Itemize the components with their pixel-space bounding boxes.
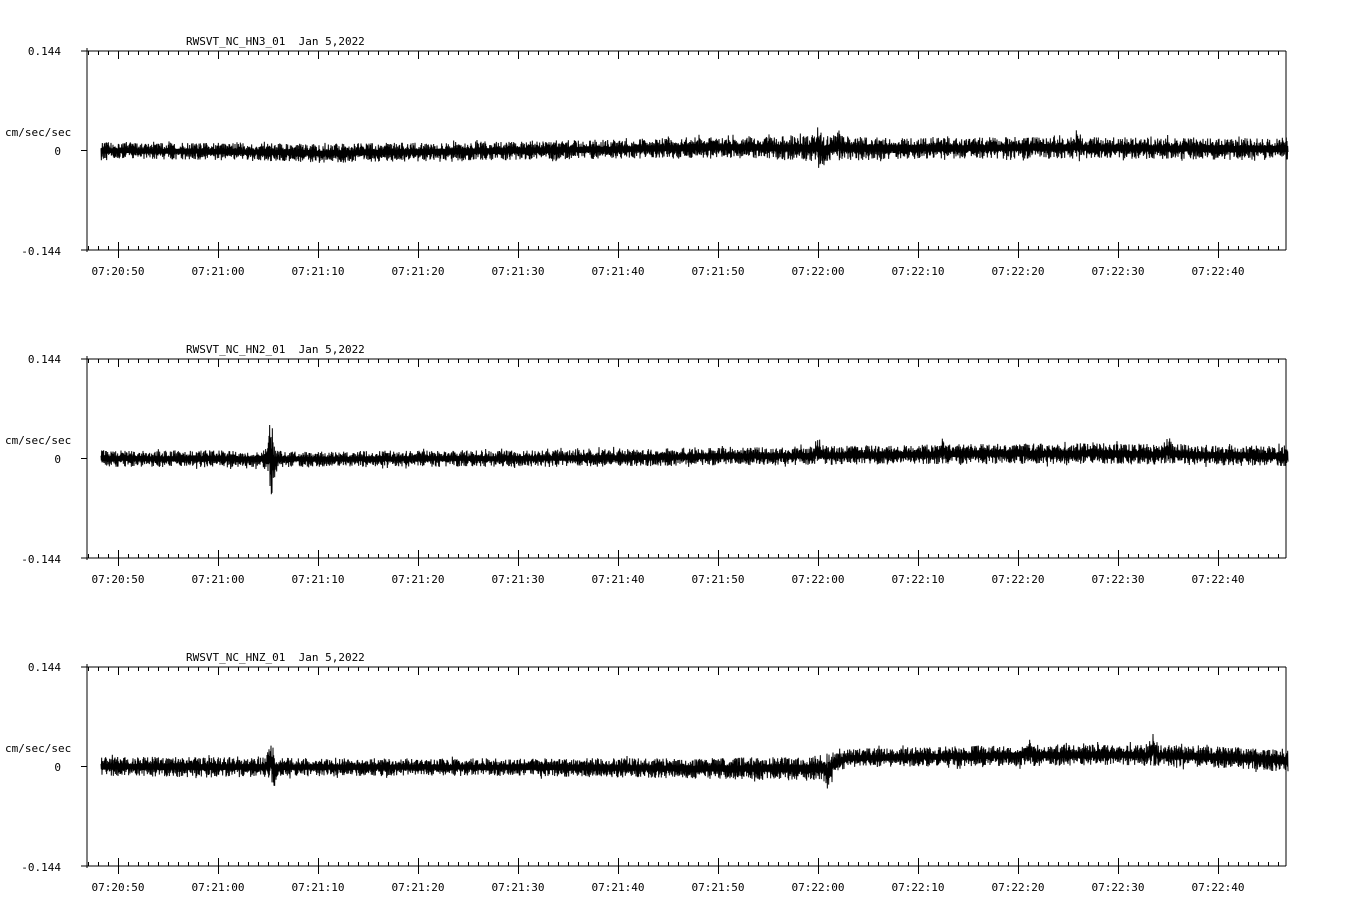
x-tick-label: 07:22:30 — [1092, 265, 1145, 278]
x-tick-label: 07:22:00 — [792, 881, 845, 894]
y-tick-label-zero: 0 — [54, 145, 61, 158]
x-tick-label: 07:21:50 — [692, 573, 745, 586]
x-tick-labels: 07:20:50 07:21:00 07:21:10 07:21:20 07:2… — [92, 881, 1245, 894]
x-tick-label: 07:22:10 — [892, 573, 945, 586]
x-tick-label: 07:21:40 — [592, 881, 645, 894]
y-tick-label-bottom: -0.144 — [21, 245, 61, 258]
x-tick-label: 07:22:30 — [1092, 881, 1145, 894]
x-tick-label: 07:20:50 — [92, 265, 145, 278]
y-tick-label-zero: 0 — [54, 453, 61, 466]
seismogram-panel-hn3: RWSVT_NC_HN3_01 Jan 5,2022 cm/sec/sec 0.… — [5, 35, 1289, 278]
x-tick-label: 07:21:40 — [592, 573, 645, 586]
x-tick-label: 07:22:20 — [992, 573, 1045, 586]
y-axis-label: cm/sec/sec — [5, 742, 71, 755]
x-tick-label: 07:21:10 — [292, 881, 345, 894]
x-tick-label: 07:22:00 — [792, 265, 845, 278]
x-tick-label: 07:21:30 — [492, 265, 545, 278]
waveform-trace — [100, 734, 1289, 789]
panel-title: RWSVT_NC_HN2_01 Jan 5,2022 — [186, 343, 365, 356]
x-tick-label: 07:21:40 — [592, 265, 645, 278]
x-tick-label: 07:22:40 — [1192, 573, 1245, 586]
seismogram-panel-hnz: RWSVT_NC_HNZ_01 Jan 5,2022 cm/sec/sec 0.… — [5, 651, 1289, 894]
x-tick-label: 07:22:20 — [992, 265, 1045, 278]
x-tick-label: 07:21:50 — [692, 881, 745, 894]
x-tick-label: 07:22:20 — [992, 881, 1045, 894]
x-tick-label: 07:21:30 — [492, 573, 545, 586]
x-tick-label: 07:20:50 — [92, 573, 145, 586]
x-tick-label: 07:22:40 — [1192, 881, 1245, 894]
x-tick-label: 07:21:20 — [392, 265, 445, 278]
x-tick-label: 07:22:40 — [1192, 265, 1245, 278]
x-tick-label: 07:20:50 — [92, 881, 145, 894]
y-tick-label-top: 0.144 — [28, 45, 61, 58]
panel-title: RWSVT_NC_HNZ_01 Jan 5,2022 — [186, 651, 365, 664]
x-tick-label: 07:21:20 — [392, 573, 445, 586]
panel-title: RWSVT_NC_HN3_01 Jan 5,2022 — [186, 35, 365, 48]
x-tick-label: 07:21:10 — [292, 265, 345, 278]
y-tick-label-zero: 0 — [54, 761, 61, 774]
x-tick-label: 07:21:50 — [692, 265, 745, 278]
x-tick-label: 07:21:20 — [392, 881, 445, 894]
y-tick-label-top: 0.144 — [28, 353, 61, 366]
y-tick-label-top: 0.144 — [28, 661, 61, 674]
y-tick-label-bottom: -0.144 — [21, 553, 61, 566]
x-tick-labels: 07:20:50 07:21:00 07:21:10 07:21:20 07:2… — [92, 573, 1245, 586]
y-axis-label: cm/sec/sec — [5, 434, 71, 447]
x-tick-label: 07:22:00 — [792, 573, 845, 586]
waveform-trace — [100, 424, 1289, 495]
y-axis-label: cm/sec/sec — [5, 126, 71, 139]
waveform-trace — [100, 127, 1289, 168]
x-tick-label: 07:21:00 — [192, 265, 245, 278]
x-tick-label: 07:22:30 — [1092, 573, 1145, 586]
seismogram-figure: RWSVT_NC_HN3_01 Jan 5,2022 cm/sec/sec 0.… — [5, 35, 1289, 894]
x-tick-label: 07:21:10 — [292, 573, 345, 586]
x-tick-label: 07:22:10 — [892, 265, 945, 278]
y-tick-label-bottom: -0.144 — [21, 861, 61, 874]
x-tick-label: 07:22:10 — [892, 881, 945, 894]
x-tick-labels: 07:20:50 07:21:00 07:21:10 07:21:20 07:2… — [92, 265, 1245, 278]
x-tick-label: 07:21:00 — [192, 881, 245, 894]
x-tick-label: 07:21:00 — [192, 573, 245, 586]
x-tick-label: 07:21:30 — [492, 881, 545, 894]
seismogram-panel-hn2: RWSVT_NC_HN2_01 Jan 5,2022 cm/sec/sec 0.… — [5, 343, 1289, 586]
